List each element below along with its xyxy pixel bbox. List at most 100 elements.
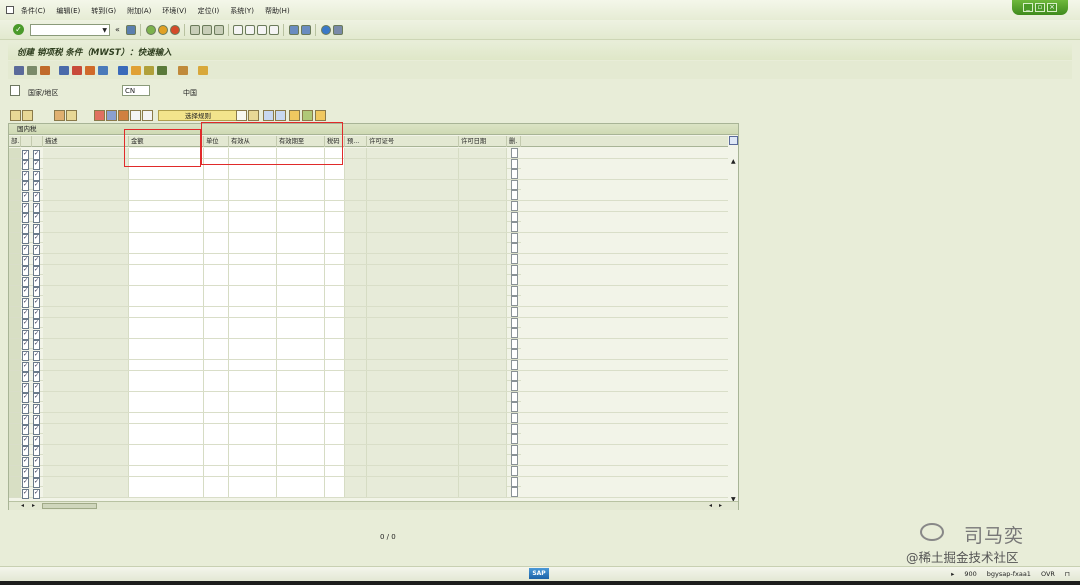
- last-page-icon[interactable]: [269, 25, 279, 35]
- amount-input[interactable]: [129, 296, 204, 307]
- valid-to-input[interactable]: [277, 201, 325, 211]
- scroll-up-icon[interactable]: ▲: [731, 158, 736, 165]
- row-selector[interactable]: [9, 201, 21, 211]
- deleted-checkbox[interactable]: [511, 455, 518, 466]
- insert-row-icon[interactable]: [106, 110, 117, 121]
- layout-menu-icon[interactable]: [333, 25, 343, 35]
- sort-ascending-icon[interactable]: [289, 110, 300, 121]
- tax-code-input[interactable]: [325, 211, 345, 222]
- tax-code-input[interactable]: [325, 264, 345, 275]
- amount-input[interactable]: [129, 466, 204, 476]
- unit-input[interactable]: [204, 402, 229, 413]
- row-selector[interactable]: [9, 360, 21, 370]
- tax-code-input[interactable]: [325, 402, 345, 413]
- info-icon[interactable]: [118, 66, 128, 75]
- tax-code-input[interactable]: [325, 275, 345, 286]
- row-selector[interactable]: [9, 381, 21, 392]
- find-icon[interactable]: [202, 25, 212, 35]
- amount-input[interactable]: [129, 169, 204, 180]
- amount-input[interactable]: [129, 370, 204, 381]
- deleted-checkbox[interactable]: [511, 211, 518, 222]
- row-selector[interactable]: [9, 317, 21, 328]
- deleted-checkbox[interactable]: [511, 487, 518, 498]
- deleted-checkbox[interactable]: [511, 349, 518, 360]
- amount-input[interactable]: [129, 179, 204, 190]
- valid-to-input[interactable]: [277, 466, 325, 476]
- amount-input[interactable]: [129, 391, 204, 402]
- valid-to-input[interactable]: [277, 402, 325, 413]
- deleted-checkbox[interactable]: [511, 476, 518, 487]
- unit-input[interactable]: [204, 413, 229, 423]
- valid-to-input[interactable]: [277, 444, 325, 455]
- unit-input[interactable]: [204, 391, 229, 402]
- valid-from-input[interactable]: [229, 466, 277, 476]
- details-icon[interactable]: [85, 66, 95, 75]
- restore-icon[interactable]: ▫: [1035, 3, 1045, 12]
- valid-to-input[interactable]: [277, 317, 325, 328]
- unit-input[interactable]: [204, 169, 229, 180]
- row-selector[interactable]: [9, 285, 21, 296]
- save-icon[interactable]: [126, 25, 136, 35]
- col-deleted[interactable]: 删.: [507, 136, 521, 147]
- amount-input[interactable]: [129, 201, 204, 211]
- valid-to-input[interactable]: [277, 275, 325, 286]
- enter-check-icon[interactable]: ✓: [13, 24, 24, 35]
- valid-from-input[interactable]: [229, 232, 277, 243]
- tax-code-input[interactable]: [325, 444, 345, 455]
- first-page-icon[interactable]: [233, 25, 243, 35]
- row-selector[interactable]: [9, 296, 21, 307]
- row-selector[interactable]: [9, 370, 21, 381]
- deleted-checkbox[interactable]: [511, 391, 518, 402]
- amount-input[interactable]: [129, 190, 204, 201]
- valid-to-input[interactable]: [277, 338, 325, 349]
- valid-from-input[interactable]: [229, 211, 277, 222]
- tax-code-input[interactable]: [325, 201, 345, 211]
- deleted-checkbox[interactable]: [511, 328, 518, 339]
- row-selector[interactable]: [9, 243, 21, 254]
- print-icon[interactable]: [190, 25, 200, 35]
- amount-input[interactable]: [129, 360, 204, 370]
- print-list-icon[interactable]: [118, 110, 129, 121]
- find-icon[interactable]: [263, 110, 274, 121]
- find-next-icon[interactable]: [214, 25, 224, 35]
- validity-icon[interactable]: [157, 66, 167, 75]
- amount-input[interactable]: [129, 307, 204, 317]
- valid-to-input[interactable]: [277, 296, 325, 307]
- row-selector[interactable]: [9, 179, 21, 190]
- deleted-checkbox[interactable]: [511, 190, 518, 201]
- condition-info-icon[interactable]: [40, 66, 50, 75]
- valid-to-input[interactable]: [277, 169, 325, 180]
- amount-input[interactable]: [129, 455, 204, 466]
- scroll-right-icon[interactable]: ▸: [719, 502, 722, 510]
- unit-input[interactable]: [204, 254, 229, 264]
- valid-to-input[interactable]: [277, 232, 325, 243]
- valid-to-input[interactable]: [277, 179, 325, 190]
- deleted-checkbox[interactable]: [511, 370, 518, 381]
- row-selector[interactable]: [9, 349, 21, 360]
- col-license-number[interactable]: 许可证号: [367, 136, 459, 147]
- tax-code-input[interactable]: [325, 413, 345, 423]
- deleted-checkbox[interactable]: [511, 169, 518, 180]
- tax-code-input[interactable]: [325, 254, 345, 264]
- tax-code-input[interactable]: [325, 360, 345, 370]
- valid-to-input[interactable]: [277, 434, 325, 445]
- valid-to-input[interactable]: [277, 190, 325, 201]
- tax-code-input[interactable]: [325, 423, 345, 434]
- menu-item-extras[interactable]: 附加(A): [127, 6, 151, 16]
- paste-icon[interactable]: [142, 110, 153, 121]
- col-flag2[interactable]: [32, 136, 43, 147]
- amount-input[interactable]: [129, 232, 204, 243]
- amount-input[interactable]: [129, 211, 204, 222]
- deleted-checkbox[interactable]: [511, 423, 518, 434]
- row-selector[interactable]: [9, 169, 21, 180]
- tax-code-input[interactable]: [325, 381, 345, 392]
- sort-descending-icon[interactable]: [315, 110, 326, 121]
- tax-code-input[interactable]: [325, 296, 345, 307]
- menu-item-system[interactable]: 系统(Y): [230, 6, 254, 16]
- close-icon[interactable]: ×: [1047, 3, 1057, 12]
- filter-icon[interactable]: [302, 110, 313, 121]
- deleted-checkbox[interactable]: [511, 381, 518, 392]
- valid-from-input[interactable]: [229, 285, 277, 296]
- row-selector[interactable]: [9, 222, 21, 233]
- row-selector[interactable]: [9, 402, 21, 413]
